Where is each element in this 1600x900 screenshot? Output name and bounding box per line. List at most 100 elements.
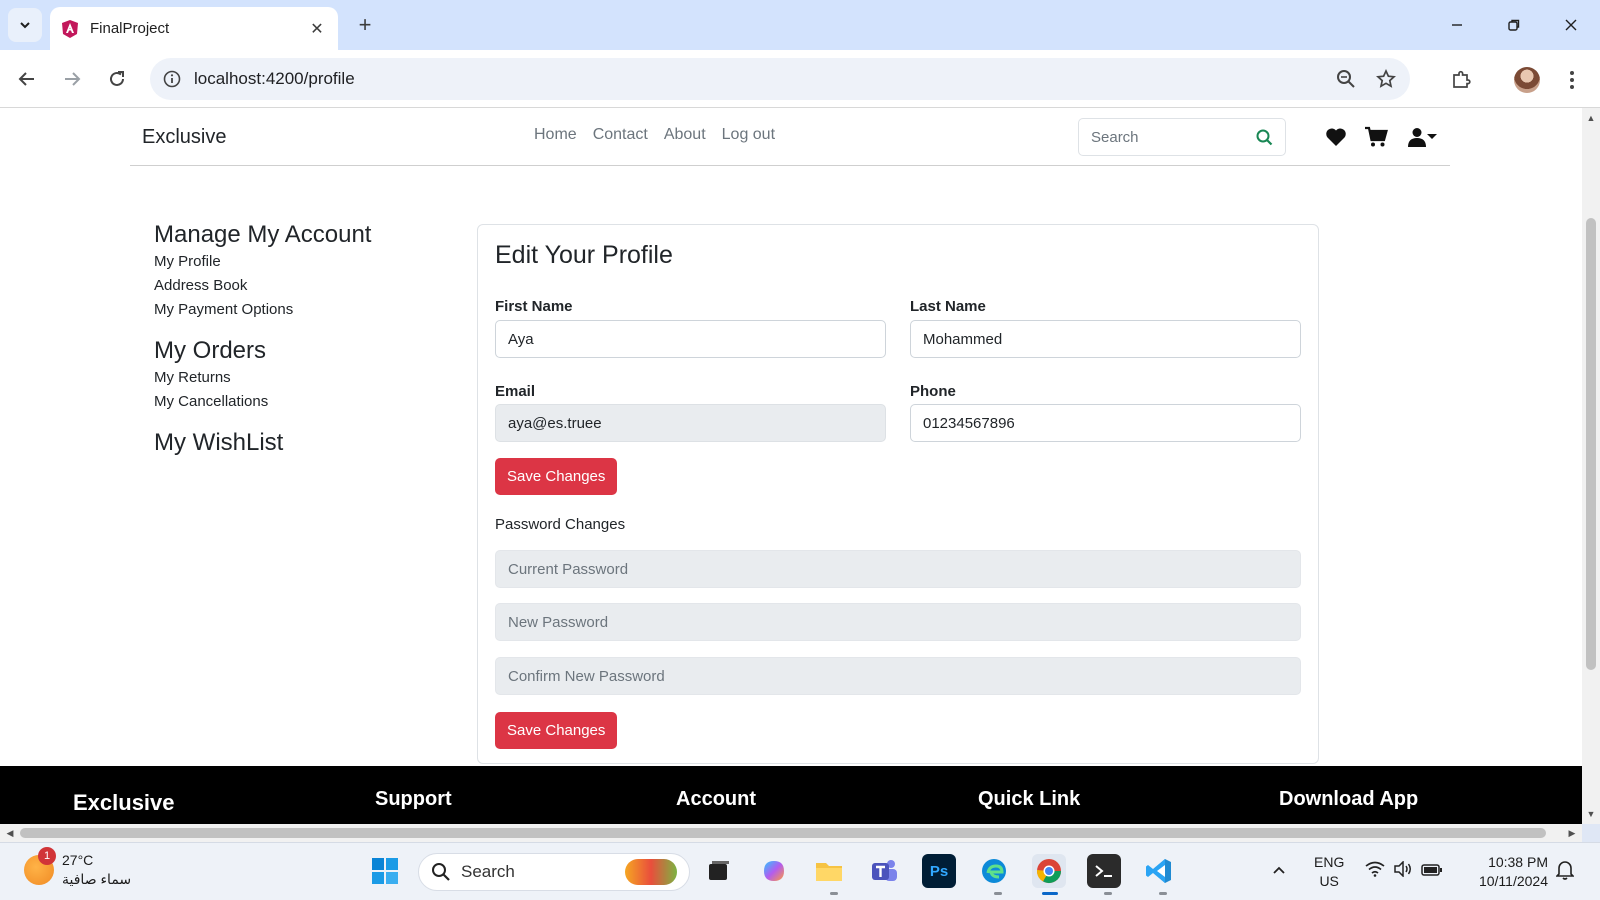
vertical-scrollbar[interactable]: ▲ ▼ bbox=[1582, 108, 1600, 824]
sidebar-group-orders: My Orders My Returns My Cancellations bbox=[154, 336, 454, 414]
wishlist-button[interactable] bbox=[1323, 125, 1349, 149]
sidebar-link-my-cancellations[interactable]: My Cancellations bbox=[154, 390, 454, 414]
search-icon[interactable] bbox=[1256, 129, 1273, 146]
taskbar-app-edge[interactable] bbox=[977, 854, 1011, 888]
reload-button[interactable] bbox=[102, 64, 132, 94]
start-button[interactable] bbox=[368, 854, 402, 888]
zoom-icon[interactable] bbox=[1330, 63, 1362, 95]
taskbar-app-copilot[interactable] bbox=[757, 854, 791, 888]
language-indicator[interactable]: ENG US bbox=[1314, 853, 1344, 891]
site-info-icon[interactable] bbox=[160, 67, 184, 91]
battery-icon bbox=[1421, 864, 1442, 876]
clock-time: 10:38 PM bbox=[1488, 854, 1548, 870]
scroll-up-icon[interactable]: ▲ bbox=[1582, 110, 1600, 126]
nav-link-contact[interactable]: Contact bbox=[593, 126, 648, 144]
sidebar-link-address-book[interactable]: Address Book bbox=[154, 274, 454, 298]
taskbar-app-vscode[interactable] bbox=[1142, 854, 1176, 888]
scroll-right-icon[interactable]: ▶ bbox=[1564, 824, 1580, 842]
browser-toolbar: localhost:4200/profile bbox=[0, 50, 1600, 108]
extensions-button[interactable] bbox=[1445, 64, 1477, 96]
page-viewport: Exclusive Home Contact About Log out Sea… bbox=[0, 108, 1582, 824]
first-name-field[interactable]: Aya bbox=[495, 320, 886, 358]
email-label: Email bbox=[495, 383, 536, 400]
vertical-scroll-thumb[interactable] bbox=[1586, 218, 1596, 670]
sidebar-link-payment-options[interactable]: My Payment Options bbox=[154, 298, 454, 322]
confirm-password-field[interactable]: Confirm New Password bbox=[495, 657, 1301, 695]
horizontal-scroll-thumb[interactable] bbox=[20, 828, 1546, 838]
scroll-down-icon[interactable]: ▼ bbox=[1582, 806, 1600, 822]
taskbar-app-taskview[interactable] bbox=[702, 854, 736, 888]
windows-taskbar: 1 27°C سماء صافية Search Ps ENG US 10:38… bbox=[0, 842, 1600, 900]
url-text[interactable]: localhost:4200/profile bbox=[194, 69, 1330, 89]
restore-button[interactable] bbox=[1494, 10, 1534, 40]
restore-icon bbox=[1508, 19, 1520, 31]
wifi-icon bbox=[1365, 861, 1385, 877]
language-line2: US bbox=[1319, 873, 1339, 889]
nav-link-logout[interactable]: Log out bbox=[722, 126, 775, 144]
sidebar-link-my-profile[interactable]: My Profile bbox=[154, 250, 454, 274]
user-menu-button[interactable] bbox=[1403, 125, 1441, 149]
phone-field[interactable]: 01234567896 bbox=[910, 404, 1301, 442]
taskbar-search-input[interactable]: Search bbox=[418, 853, 690, 891]
windows-icon bbox=[372, 858, 398, 884]
first-name-label: First Name bbox=[495, 298, 573, 315]
close-icon bbox=[1565, 19, 1577, 31]
notifications-button[interactable] bbox=[1555, 860, 1575, 885]
chevron-down-icon bbox=[20, 22, 30, 29]
site-search-input[interactable]: Search bbox=[1078, 118, 1286, 156]
nav-link-home[interactable]: Home bbox=[534, 126, 577, 144]
quick-settings-button[interactable] bbox=[1365, 860, 1443, 882]
terminal-icon bbox=[1095, 865, 1112, 877]
taskbar-app-chrome[interactable] bbox=[1032, 854, 1066, 888]
nav-link-about[interactable]: About bbox=[664, 126, 706, 144]
sidebar-group-wishlist: My WishList bbox=[154, 428, 454, 458]
taskbar-app-file-explorer[interactable] bbox=[812, 854, 846, 888]
current-password-field[interactable]: Current Password bbox=[495, 550, 1301, 588]
scroll-left-icon[interactable]: ◀ bbox=[2, 824, 18, 842]
cart-button[interactable] bbox=[1363, 125, 1389, 149]
bookmark-star-icon[interactable] bbox=[1370, 63, 1402, 95]
more-vert-icon bbox=[1570, 71, 1574, 89]
weather-temperature: 27°C bbox=[62, 852, 94, 868]
browser-menu-button[interactable] bbox=[1556, 64, 1588, 96]
clock[interactable]: 10:38 PM 10/11/2024 bbox=[1466, 853, 1548, 891]
last-name-field[interactable]: Mohammed bbox=[910, 320, 1301, 358]
cart-icon bbox=[1365, 126, 1388, 147]
reload-icon bbox=[110, 71, 124, 86]
running-indicator-terminal bbox=[1104, 892, 1112, 895]
forward-button[interactable] bbox=[57, 64, 87, 94]
site-footer: Exclusive Support Account Quick Link Dow… bbox=[0, 766, 1582, 824]
save-profile-button[interactable]: Save Changes bbox=[495, 458, 618, 495]
new-tab-button[interactable]: + bbox=[350, 12, 380, 40]
address-bar[interactable]: localhost:4200/profile bbox=[150, 58, 1410, 100]
email-field: aya@es.truee bbox=[495, 404, 886, 442]
copilot-icon bbox=[764, 861, 784, 881]
tray-overflow-button[interactable] bbox=[1272, 861, 1286, 880]
sidebar-group-account: Manage My Account My Profile Address Boo… bbox=[154, 220, 454, 322]
running-indicator-vscode bbox=[1159, 892, 1167, 895]
tab-search-button[interactable] bbox=[8, 8, 42, 42]
save-password-button[interactable]: Save Changes bbox=[495, 712, 618, 749]
horizontal-scrollbar[interactable]: ◀ ▶ bbox=[0, 824, 1582, 842]
sidebar-heading-my-wishlist[interactable]: My WishList bbox=[154, 428, 454, 458]
tab-close-icon[interactable]: ✕ bbox=[306, 19, 328, 39]
weather-widget[interactable]: 1 27°C سماء صافية bbox=[24, 847, 131, 889]
taskbar-app-photoshop[interactable]: Ps bbox=[922, 854, 956, 888]
bell-icon bbox=[1555, 861, 1575, 880]
profile-avatar-button[interactable] bbox=[1511, 64, 1543, 96]
site-brand[interactable]: Exclusive bbox=[142, 126, 226, 149]
back-button[interactable] bbox=[12, 64, 42, 94]
search-icon bbox=[432, 863, 450, 881]
weather-sun-icon: 1 bbox=[24, 847, 56, 885]
taskbar-app-terminal[interactable] bbox=[1087, 854, 1121, 888]
footer-heading-account: Account bbox=[676, 788, 756, 810]
browser-tab-active[interactable]: FinalProject ✕ bbox=[50, 7, 338, 50]
sidebar-link-my-returns[interactable]: My Returns bbox=[154, 366, 454, 390]
close-window-button[interactable] bbox=[1551, 10, 1591, 40]
last-name-label: Last Name bbox=[910, 298, 986, 315]
new-password-field[interactable]: New Password bbox=[495, 603, 1301, 641]
chevron-up-icon bbox=[1273, 866, 1285, 874]
taskbar-app-teams[interactable] bbox=[867, 854, 901, 888]
minimize-button[interactable] bbox=[1437, 10, 1477, 40]
angular-icon bbox=[62, 19, 78, 38]
